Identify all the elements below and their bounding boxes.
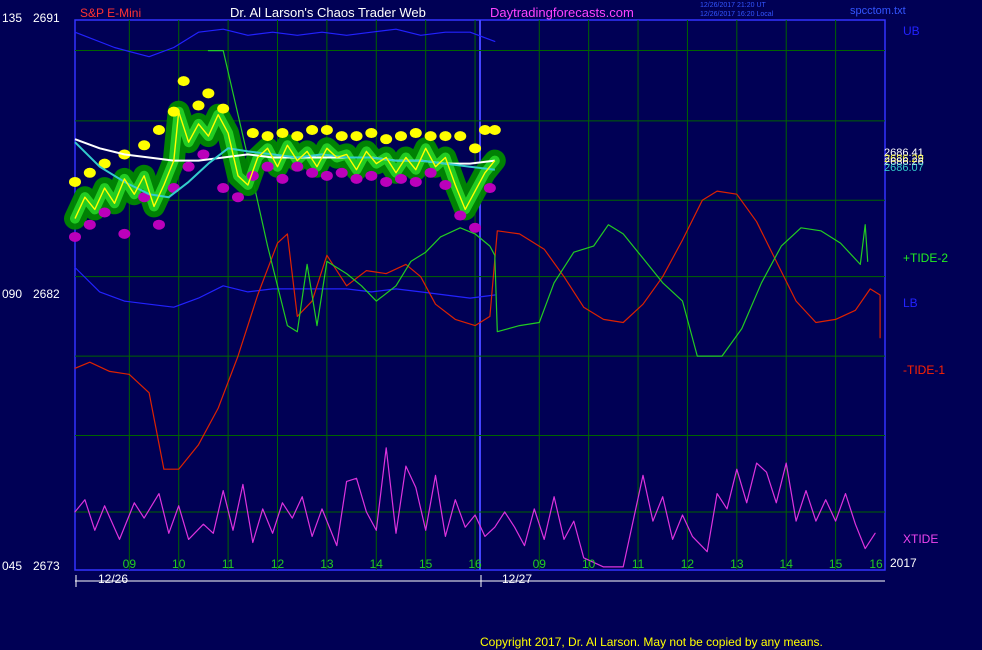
high-marker-19 <box>365 128 378 139</box>
low-marker-0 <box>69 231 81 242</box>
file-label: spcctom.txt <box>850 5 906 17</box>
low-marker-22 <box>409 176 422 187</box>
x-tick-label-4: 13 <box>320 557 334 571</box>
high-marker-16 <box>320 125 333 135</box>
low-marker-3 <box>118 228 131 239</box>
year-label: 2017 <box>890 556 917 570</box>
high-marker-25 <box>454 131 467 142</box>
y-price-bottom: 2673 <box>33 559 60 573</box>
y-pct-top: 135 <box>2 11 22 25</box>
price-readout-4: 2686.07 <box>884 162 924 174</box>
x-tick-label-6: 15 <box>419 557 433 571</box>
x-tick-label-9: 10 <box>582 557 596 571</box>
x-tick-label-3: 12 <box>271 557 285 571</box>
high-marker-23 <box>424 131 437 142</box>
tide1-line <box>74 190 881 470</box>
chart-title: Dr. Al Larson's Chaos Trader Web <box>230 5 426 20</box>
high-marker-4 <box>138 140 151 151</box>
low-marker-1 <box>83 219 96 230</box>
x-tick-label-10: 11 <box>632 557 645 571</box>
x-tick-label-5: 14 <box>370 557 384 571</box>
high-marker-0 <box>69 176 81 187</box>
low-marker-16 <box>320 170 333 181</box>
low-marker-19 <box>365 170 378 181</box>
low-marker-9 <box>217 183 230 194</box>
low-marker-6 <box>167 183 180 194</box>
chaos-chart: S&P E-Mini Dr. Al Larson's Chaos Trader … <box>2 2 948 649</box>
low-marker-12 <box>261 161 274 172</box>
high-marker-10 <box>217 103 230 114</box>
tide1-label: -TIDE-1 <box>903 363 945 377</box>
high-marker-5 <box>152 125 165 135</box>
date-label-1: 12/26 <box>98 572 128 586</box>
low-marker-18 <box>350 173 363 184</box>
timestamp-utc: 12/26/2017 21:20 UT <box>700 2 766 9</box>
low-marker-2 <box>98 207 111 218</box>
x-tick-label-8: 09 <box>533 557 547 571</box>
high-marker-22 <box>409 128 422 139</box>
x-tick-label-11: 12 <box>681 557 695 571</box>
high-marker-20 <box>380 134 393 145</box>
chart-screen: S&P E-Mini Dr. Al Larson's Chaos Trader … <box>0 0 982 650</box>
lb-line <box>74 266 496 308</box>
high-marker-18 <box>350 131 363 142</box>
x-tick-label-7: 16 <box>468 557 482 571</box>
lb-label: LB <box>903 296 918 310</box>
copyright: Copyright 2017, Dr. Al Larson. May not b… <box>480 635 823 649</box>
x-tick-label-15: 16 <box>869 557 883 571</box>
x-tick-label-0: 09 <box>123 557 137 571</box>
y-pct-bottom: 045 <box>2 559 22 573</box>
high-marker-1 <box>83 167 96 178</box>
high-marker-7 <box>177 76 190 87</box>
x-tick-label-2: 11 <box>222 557 235 571</box>
low-marker-17 <box>335 167 348 178</box>
ub-line <box>74 28 496 58</box>
low-marker-5 <box>152 219 165 230</box>
low-marker-21 <box>394 173 407 184</box>
x-tick-label-14: 15 <box>829 557 843 571</box>
low-marker-25 <box>454 210 467 221</box>
low-marker-15 <box>306 167 319 178</box>
high-marker-11 <box>246 128 259 139</box>
x-tick-labels: 09 10 11 12 13 14 15 16 09 10 11 12 13 14 15 16 <box>123 557 883 571</box>
low-marker-7 <box>182 161 195 172</box>
low-marker-26 <box>469 222 482 233</box>
timestamp-local: 12/26/2017 16:20 Local <box>700 11 774 18</box>
tide2-line <box>207 50 869 357</box>
y-pct-mid: 090 <box>2 287 22 301</box>
ub-label: UB <box>903 24 920 38</box>
site-label: Daytradingforecasts.com <box>490 5 634 20</box>
low-marker-23 <box>424 167 437 178</box>
high-marker-15 <box>306 125 319 135</box>
low-marker-24 <box>439 180 452 190</box>
xtide-label: XTIDE <box>903 532 938 546</box>
high-marker-21 <box>394 131 407 142</box>
y-price-top: 2691 <box>33 11 60 25</box>
low-marker-8 <box>197 149 210 160</box>
low-marker-13 <box>276 173 289 184</box>
high-marker-14 <box>291 131 304 142</box>
low-marker-20 <box>380 176 393 187</box>
low-marker-14 <box>291 161 304 172</box>
tide2-label: +TIDE-2 <box>903 251 948 265</box>
high-marker-24 <box>439 131 452 142</box>
x-tick-label-12: 13 <box>730 557 744 571</box>
x-tick-label-13: 14 <box>780 557 794 571</box>
high-marker-12 <box>261 131 274 142</box>
ticker-label: S&P E-Mini <box>80 6 141 20</box>
high-marker-17 <box>335 131 348 142</box>
x-tick-label-1: 10 <box>172 557 186 571</box>
low-marker-27 <box>483 183 496 194</box>
date-label-2: 12/27 <box>502 572 532 586</box>
high-marker-9 <box>202 88 215 99</box>
high-marker-13 <box>276 128 289 139</box>
high-marker-8 <box>192 100 205 111</box>
y-price-mid: 2682 <box>33 287 60 301</box>
high-marker-28 <box>488 125 501 135</box>
low-marker-10 <box>231 192 244 203</box>
high-marker-26 <box>469 143 482 154</box>
